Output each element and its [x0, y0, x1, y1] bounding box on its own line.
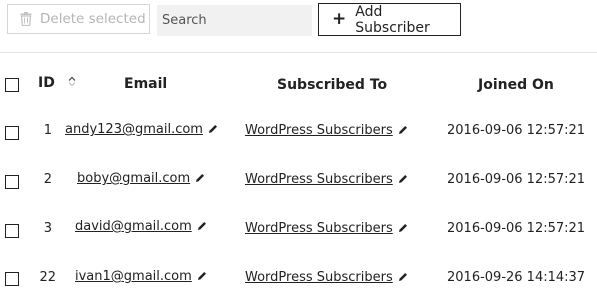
subscribed-to-link[interactable]: WordPress Subscribers [245, 270, 393, 285]
delete-selected-label: Delete selected [40, 11, 146, 27]
email-link[interactable]: ivan1@gmail.com [75, 269, 192, 284]
row-checkbox[interactable] [5, 175, 19, 189]
pencil-icon[interactable] [197, 220, 207, 230]
header-subscribed-to[interactable]: Subscribed To [277, 77, 387, 93]
pencil-icon[interactable] [398, 173, 408, 183]
pencil-icon[interactable] [208, 123, 218, 133]
header-joined-on[interactable]: Joined On [478, 77, 554, 93]
pencil-icon[interactable] [398, 271, 408, 281]
delete-selected-button[interactable]: Delete selected [7, 4, 150, 34]
search-input[interactable] [157, 5, 312, 36]
subscribed-to-cell: WordPress Subscribers [245, 123, 408, 138]
email-link[interactable]: david@gmail.com [75, 219, 192, 234]
joined-on-cell: 2016-09-26 14:14:37 [447, 270, 586, 285]
sort-icon[interactable] [68, 71, 76, 87]
subscribed-to-link[interactable]: WordPress Subscribers [245, 172, 393, 187]
add-subscriber-button[interactable]: + Add Subscriber [318, 3, 461, 36]
trash-icon [20, 12, 32, 27]
email-cell: andy123@gmail.com [65, 122, 218, 137]
subscribed-to-link[interactable]: WordPress Subscribers [245, 221, 393, 236]
row-checkbox[interactable] [5, 224, 19, 238]
subscribed-to-cell: WordPress Subscribers [245, 221, 408, 236]
row-id: 22 [39, 270, 56, 285]
subscribed-to-cell: WordPress Subscribers [245, 172, 408, 187]
joined-on-cell: 2016-09-06 12:57:21 [447, 123, 586, 138]
joined-on-cell: 2016-09-06 12:57:21 [447, 221, 586, 236]
row-id: 2 [43, 172, 52, 187]
joined-on-cell: 2016-09-06 12:57:21 [447, 172, 586, 187]
row-id: 3 [43, 221, 52, 236]
pencil-icon[interactable] [195, 172, 205, 182]
pencil-icon[interactable] [398, 124, 408, 134]
email-cell: ivan1@gmail.com [75, 269, 207, 284]
row-checkbox[interactable] [5, 126, 19, 140]
email-cell: boby@gmail.com [77, 171, 205, 186]
subscribed-to-cell: WordPress Subscribers [245, 270, 408, 285]
email-link[interactable]: boby@gmail.com [77, 171, 190, 186]
add-subscriber-label: Add Subscriber [355, 3, 430, 36]
row-id: 1 [43, 123, 52, 138]
subscribed-to-link[interactable]: WordPress Subscribers [245, 123, 393, 138]
header-email[interactable]: Email [124, 76, 167, 92]
email-cell: david@gmail.com [75, 219, 207, 234]
select-all-checkbox[interactable] [5, 78, 19, 92]
pencil-icon[interactable] [197, 270, 207, 280]
email-link[interactable]: andy123@gmail.com [65, 122, 203, 137]
header-id[interactable]: ID [38, 75, 55, 91]
row-checkbox[interactable] [5, 272, 19, 286]
toolbar-divider [0, 52, 597, 53]
pencil-icon[interactable] [398, 222, 408, 232]
toolbar: Delete selected + Add Subscriber [0, 0, 597, 44]
plus-icon: + [332, 9, 347, 29]
